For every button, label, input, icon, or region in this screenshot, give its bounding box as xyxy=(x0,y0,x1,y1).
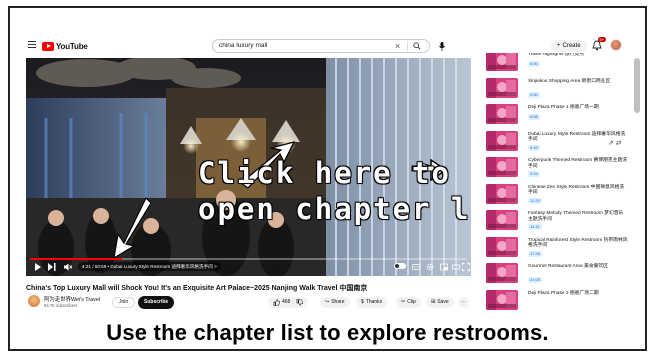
chapter-timestamp[interactable]: 14:11 xyxy=(528,224,542,230)
subscribe-button[interactable]: Subscribe xyxy=(138,296,175,309)
fullscreen-icon[interactable] xyxy=(462,263,470,271)
chapter-thumbnail[interactable] xyxy=(486,263,518,283)
clip-button[interactable]: ✂ Clip xyxy=(396,297,421,308)
thumbs-up-icon[interactable] xyxy=(273,299,280,306)
share-label: Share xyxy=(331,299,345,305)
chapter-list[interactable]: Travel Highlights 旅行亮点 0:00 Xinjiekou Shop… xyxy=(484,53,634,317)
search-divider xyxy=(407,41,408,51)
next-icon[interactable] xyxy=(48,263,56,271)
chapter-share-icons[interactable]: ⇗ ⇄ xyxy=(608,139,622,147)
chapter-title: Deji Plaza Phase 2 德基广场二期 xyxy=(528,290,599,296)
logo-text: YouTube xyxy=(56,41,88,51)
notification-badge: 9+ xyxy=(598,37,606,42)
share-button[interactable]: ↪ Share xyxy=(320,297,350,308)
miniplayer-icon[interactable] xyxy=(440,263,448,271)
share-icon: ↪ xyxy=(325,299,330,305)
chapter-timestamp[interactable]: 0:00 xyxy=(528,61,540,67)
time-chapter-button[interactable]: 4:21 / 50:56 • Dubai Luxury Style Restro… xyxy=(78,262,221,271)
account-avatar[interactable] xyxy=(610,39,622,51)
thanks-button[interactable]: $ Thanks xyxy=(356,297,388,308)
progress-bar[interactable] xyxy=(30,258,467,260)
save-button[interactable]: ⊞ Save xyxy=(426,297,454,308)
chapter-thumbnail[interactable] xyxy=(486,77,518,98)
chapter-thumbnail[interactable] xyxy=(486,130,518,151)
channel-name[interactable]: 阿为走世界Wei's Travel xyxy=(44,295,100,303)
chapter-thumbnail[interactable] xyxy=(486,157,518,177)
youtube-play-icon xyxy=(42,41,54,51)
save-label: Save xyxy=(437,299,449,305)
chapter-title: Tropical Rainforest Style Restroom 热带雨林风… xyxy=(528,237,628,249)
search-query[interactable]: china luxury mall xyxy=(219,42,267,49)
chapter-item[interactable]: Tropical Rainforest Style Restroom 热带雨林风… xyxy=(484,235,634,261)
chapter-timestamp[interactable]: 0:33 xyxy=(528,144,540,151)
create-button[interactable]: + Create xyxy=(551,40,587,52)
subscriber-count: 94.7K subscribers xyxy=(44,303,78,308)
progress-fill xyxy=(30,258,122,260)
overlay-text-line2: open chapter list xyxy=(198,192,471,226)
chapter-thumbnail[interactable] xyxy=(486,210,518,230)
autoplay-toggle[interactable] xyxy=(394,263,406,269)
chapter-timestamp[interactable]: 21:03 xyxy=(528,277,543,283)
mic-icon[interactable] xyxy=(436,39,448,53)
join-button[interactable]: Join xyxy=(112,297,136,308)
chapter-item[interactable]: Deji Plaza Phase 2 德基广场二期 xyxy=(484,288,634,314)
caption-text: Use the chapter list to explore restroom… xyxy=(106,320,549,345)
like-dislike-button[interactable]: 468 | xyxy=(268,297,308,308)
search-icon[interactable] xyxy=(413,42,421,50)
search-input[interactable]: china luxury mall × xyxy=(212,39,430,53)
chapter-timestamp[interactable]: 0:00 xyxy=(528,91,540,98)
chapter-timestamp[interactable]: 11:23 xyxy=(528,197,542,204)
like-count: 468 xyxy=(282,299,291,305)
chapter-item[interactable]: Fantasy Melody Themed Restroom 梦幻音乐主题洗手间… xyxy=(484,208,634,234)
volume-muted-icon[interactable] xyxy=(64,263,72,271)
chapter-thumbnail[interactable] xyxy=(486,104,518,124)
screenshot-frame: YouTube china luxury mall × + Create 9+ xyxy=(0,0,655,357)
scissors-icon: ✂ xyxy=(401,299,406,305)
chapter-timestamp[interactable]: 17:26 xyxy=(528,250,543,257)
chapter-item[interactable]: Travel Highlights 旅行亮点 0:00 xyxy=(484,53,634,75)
chapter-title: Cyberpunk Themed Restroom 赛博朋克主题洗手间 xyxy=(528,158,628,169)
thanks-label: Thanks xyxy=(365,299,383,305)
save-icon: ⊞ xyxy=(431,299,436,305)
thanks-icon: $ xyxy=(361,299,364,305)
chapter-timestamp[interactable]: 2:24 xyxy=(528,171,540,177)
caption-banner: Use the chapter list to explore restroom… xyxy=(10,315,645,349)
overlay-text-line1: Click here to xyxy=(198,156,451,190)
chapter-title: Travel Highlights 旅行亮点 xyxy=(528,53,585,57)
channel-avatar[interactable] xyxy=(28,295,40,307)
video-title: China's Top Luxury Mall will Shock You! … xyxy=(26,285,368,292)
clip-label: Clip xyxy=(407,299,416,305)
chapter-item[interactable]: Gourmet Restaurant Area 美食餐饮区 21:03 xyxy=(484,261,634,287)
chapter-title: Xinjiekou Shopping Area 新街口商业区 xyxy=(528,78,611,84)
captions-icon[interactable] xyxy=(412,263,420,271)
page-scrollbar[interactable] xyxy=(634,58,640,113)
clear-icon[interactable]: × xyxy=(395,40,400,52)
chapter-item[interactable]: Deji Plaza Phase 1 德基广场一期 0:08 xyxy=(484,102,634,128)
player-controls: 4:21 / 50:56 • Dubai Luxury Style Restro… xyxy=(26,258,471,276)
chapter-thumbnail[interactable] xyxy=(486,183,518,204)
chapter-item[interactable]: Chinese Zen Style Restroom 中国禅意风格洗手间 11:2… xyxy=(484,182,634,208)
chapter-item[interactable]: Xinjiekou Shopping Area 新街口商业区 0:00 xyxy=(484,76,634,102)
plus-icon: + xyxy=(557,43,561,49)
chapter-item[interactable]: Cyberpunk Themed Restroom 赛博朋克主题洗手间 2:24 xyxy=(484,155,634,181)
youtube-logo[interactable]: YouTube xyxy=(42,40,88,52)
thumbs-down-icon[interactable] xyxy=(296,299,303,306)
chapter-title: Gourmet Restaurant Area 美食餐饮区 xyxy=(528,264,608,269)
play-icon[interactable] xyxy=(34,263,42,271)
create-label: Create xyxy=(562,43,581,49)
chapter-thumbnail[interactable] xyxy=(486,53,518,71)
chapter-thumbnail[interactable] xyxy=(486,289,518,310)
chapter-title: Chinese Zen Style Restroom 中国禅意风格洗手间 xyxy=(528,184,625,196)
chapter-thumbnail[interactable] xyxy=(486,236,518,257)
chapter-timestamp[interactable]: 0:08 xyxy=(528,114,540,120)
chapter-title: Deji Plaza Phase 1 德基广场一期 xyxy=(528,105,599,110)
theater-mode-icon[interactable] xyxy=(452,263,460,271)
more-actions-button[interactable]: ··· xyxy=(458,297,469,308)
video-player[interactable]: Click here to open chapter list 4:21 / 5… xyxy=(26,58,471,276)
chapter-title: Fantasy Melody Themed Restroom 梦幻音乐主题洗手间 xyxy=(528,211,624,222)
menu-icon[interactable] xyxy=(28,41,36,49)
settings-gear-icon[interactable] xyxy=(426,263,434,271)
